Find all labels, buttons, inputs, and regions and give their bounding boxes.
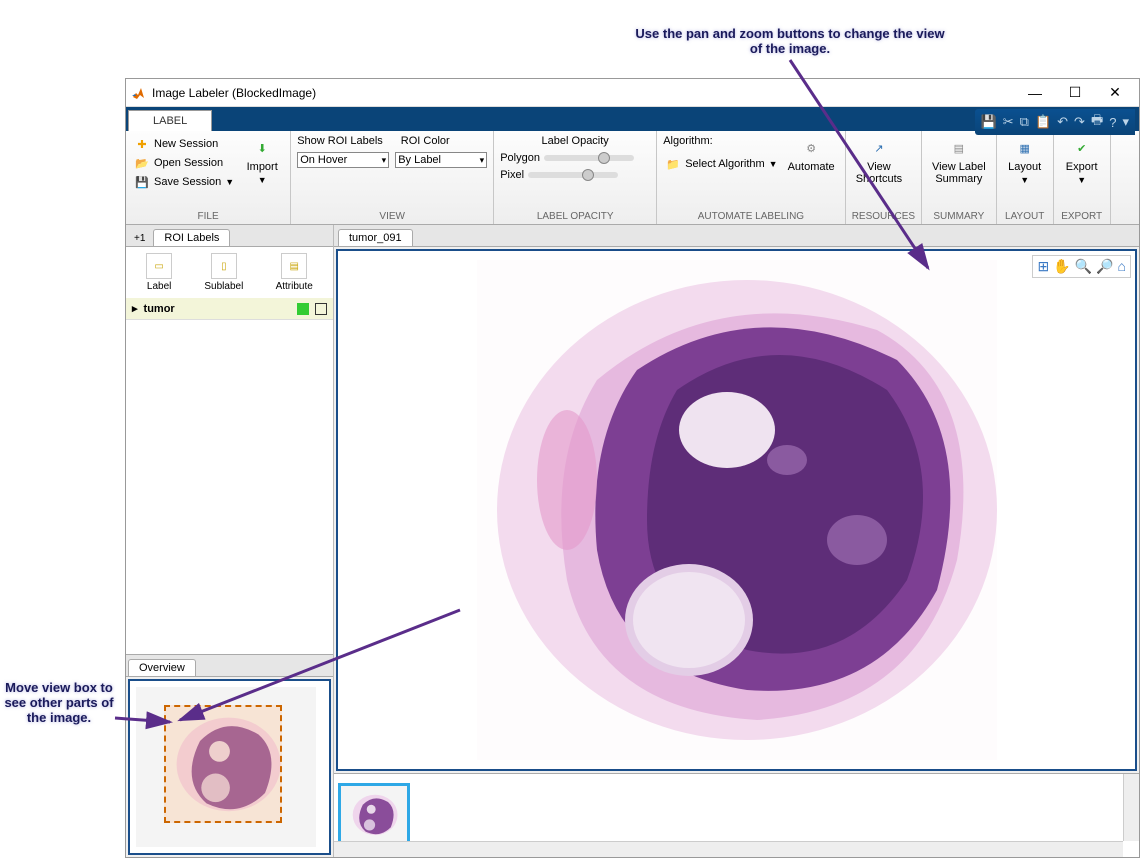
arrow-left [100,600,480,750]
home-icon[interactable]: ⌂ [1118,258,1126,275]
paste-icon[interactable]: 📋 [1035,114,1051,130]
attribute-tool[interactable]: ▤Attribute [276,253,313,292]
zoom-in-icon[interactable]: 🔍 [1075,258,1092,275]
label-shape-swatch [315,303,327,315]
roi-panel-tabs: +1 ROI Labels [126,225,333,247]
label-name: tumor [144,303,175,315]
arrow-top [460,50,940,280]
label-row-tumor[interactable]: ▸ tumor [126,298,333,319]
import-button[interactable]: ⬇Import▼ [240,135,284,187]
folder-icon: 📂 [134,155,150,171]
import-icon: ⬇ [251,137,273,159]
plus-icon: ✚ [134,136,150,152]
annotation-left: Move view box to see other parts of the … [4,680,114,725]
maximize-button[interactable]: ☐ [1055,81,1095,105]
roi-tools: ▭Label ▯Sublabel ▤Attribute [126,247,333,298]
help-icon[interactable]: ? [1109,115,1116,130]
ribbon-label-export: EXPORT [1060,209,1104,224]
tissue-thumb-small-icon [344,788,404,844]
tab-document[interactable]: tumor_091 [338,229,413,246]
pan-icon[interactable]: ✋ [1053,258,1070,275]
filmstrip-scroll-vertical[interactable] [1123,774,1139,841]
rect-sublabel-icon: ▯ [211,253,237,279]
ribbon-label-file: FILE [132,209,284,224]
window-controls: — ☐ ✕ [1015,81,1135,105]
expand-icon: ▸ [132,302,138,315]
check-icon: ✔ [1071,137,1093,159]
export-button[interactable]: ✔Export▼ [1060,135,1104,187]
quick-access-toolbar: 💾 ✂ ⧉ 📋 ↶ ↷ 🖶 ? ▾ [975,109,1135,135]
attribute-icon: ▤ [281,253,307,279]
left-panel: +1 ROI Labels ▭Label ▯Sublabel ▤Attribut… [126,225,334,857]
layout-icon: ▦ [1014,137,1036,159]
minimize-button[interactable]: — [1015,81,1055,105]
ribbon-label-view: VIEW [297,209,487,224]
cut-icon[interactable]: ✂ [1003,114,1014,130]
table-icon: ▤ [948,137,970,159]
label-tool[interactable]: ▭Label [146,253,172,292]
close-button[interactable]: ✕ [1095,81,1135,105]
tab-roi-labels[interactable]: ROI Labels [153,229,230,246]
show-roi-label: Show ROI Labels [297,135,383,147]
filmstrip-thumb[interactable] [338,783,410,849]
tissue-image [477,260,997,760]
show-roi-combo[interactable]: On Hover [297,152,389,168]
options-icon[interactable]: ▾ [1122,114,1129,130]
roi-color-label: ROI Color [401,135,450,147]
new-session-button[interactable]: ✚New Session [132,135,236,153]
layout-button[interactable]: ▦Layout▼ [1003,135,1047,187]
save-session-button[interactable]: 💾Save Session ▼ [132,173,236,191]
grid-icon[interactable]: ⊞ [1037,258,1049,275]
main-area: tumor_091 ⊞ ✋ [334,225,1139,857]
view-toolbar: ⊞ ✋ 🔍 🔎 ⌂ [1032,255,1131,278]
filmstrip-scroll-horizontal[interactable] [334,841,1123,857]
ribbon-label-layout: LAYOUT [1003,209,1047,224]
undo-icon[interactable]: ↶ [1057,114,1068,130]
copy-icon[interactable]: ⧉ [1020,114,1029,130]
zoom-out-icon[interactable]: 🔎 [1096,258,1113,275]
rect-label-icon: ▭ [146,253,172,279]
sublabel-tool[interactable]: ▯Sublabel [204,253,243,292]
matlab-icon [130,85,146,101]
ribbon-group-layout: ▦Layout▼ LAYOUT [997,131,1054,224]
ribbon-group-file: ✚New Session 📂Open Session 💾Save Session… [126,131,291,224]
pin-button[interactable]: +1 [128,231,151,246]
redo-icon[interactable]: ↷ [1074,114,1085,130]
ribbon-group-export: ✔Export▼ EXPORT [1054,131,1111,224]
tab-label[interactable]: LABEL [128,110,212,131]
open-session-button[interactable]: 📂Open Session [132,154,236,172]
annotation-top: Use the pan and zoom buttons to change t… [630,26,950,56]
filmstrip [334,773,1139,857]
workspace: +1 ROI Labels ▭Label ▯Sublabel ▤Attribut… [126,225,1139,857]
save-icon[interactable]: 💾 [981,114,997,130]
print-icon[interactable]: 🖶 [1091,111,1103,133]
label-color-swatch [297,303,309,315]
disk-icon: 💾 [134,174,150,190]
